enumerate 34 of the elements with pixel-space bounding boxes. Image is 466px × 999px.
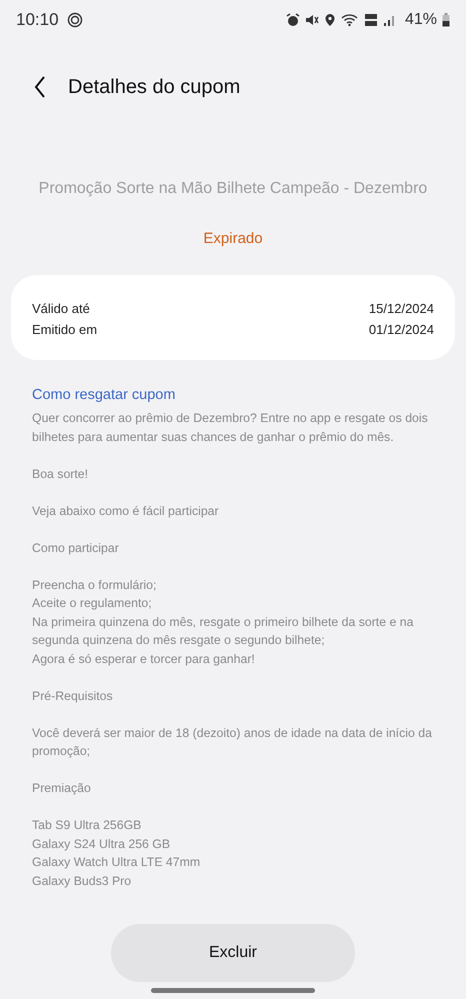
page-title: Detalhes do cupom (68, 76, 240, 98)
description-line: Pré-Requisitos (32, 688, 114, 704)
notification-icon (66, 12, 83, 28)
date-value: 01/12/2024 (368, 322, 434, 337)
coupon-status: Expirado (202, 230, 264, 247)
description-line: Tab S9 Ultra 256GB (32, 817, 142, 834)
description-line: Galaxy S24 Ultra 256 GB (32, 836, 172, 852)
description-line: Galaxy Watch Ultra LTE 47mm (32, 854, 202, 871)
signal-icon (382, 13, 397, 27)
description-line: Você deverá ser maior de 18 (dezoito) anos de idade na data de início da promoção; (32, 724, 433, 760)
wifi-icon (340, 13, 359, 27)
coupon-name: Promoção Sorte na Mão Bilhete Campeão - Dezembro (38, 180, 428, 198)
mute-icon (304, 13, 319, 27)
description-line: Agora é só esperar e torcer para ganhar! (32, 650, 256, 668)
date-label: Emitido em (32, 322, 98, 337)
description-line: Premiação (32, 780, 92, 797)
battery-icon (442, 13, 450, 27)
description-line: Galaxy Buds3 Pro (32, 872, 132, 890)
description-line: Boa sorte! (32, 466, 90, 482)
description-line: Como participar (32, 540, 120, 556)
description-line: Preencha o formulário; (32, 576, 158, 594)
description-line: Veja abaixo como é fácil participar (32, 502, 220, 520)
status-time: 10:10 (16, 10, 59, 30)
date-label: Válido até (32, 301, 90, 316)
description-line: Aceite o regulamento; (32, 595, 153, 612)
back-icon[interactable] (34, 76, 46, 98)
section-heading: Como resgatar cupom (32, 387, 176, 403)
location-icon (324, 13, 336, 27)
date-value: 15/12/2024 (368, 301, 434, 316)
description-line: Na primeira quinzena do mês, resgate o primeiro bilhete da sorte e na segunda quinzena do mês resgate o segundo bilhete; (32, 614, 414, 649)
battery-percentage: 41% (404, 11, 437, 29)
description-line: Quer concorrer ao prêmio de Dezembro? Entre no app e resgate os dois bilhetes para aumentar suas chances de ganhar o prêmio do mês. (32, 410, 429, 446)
alarm-icon (286, 13, 300, 27)
delete-button[interactable]: Excluir (111, 924, 355, 982)
